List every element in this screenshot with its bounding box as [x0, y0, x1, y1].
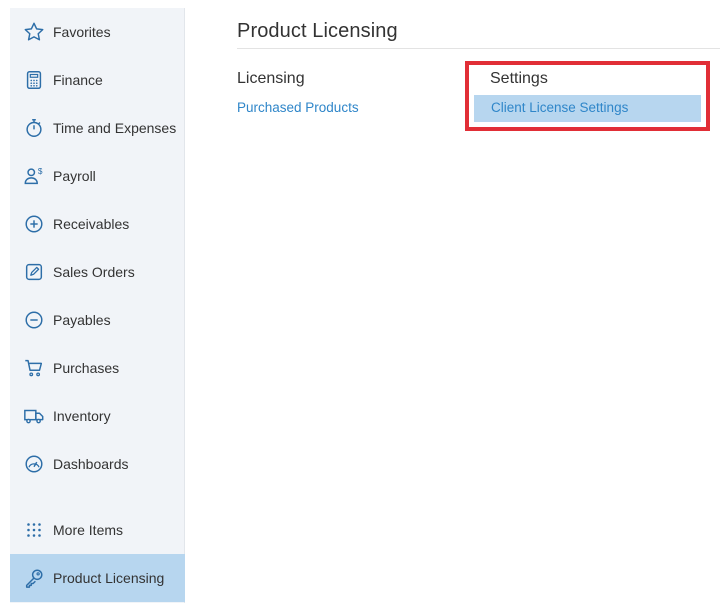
sidebar-item-sales-orders[interactable]: Sales Orders — [10, 248, 185, 296]
settings-heading: Settings — [490, 70, 548, 87]
plus-circle-icon — [23, 213, 45, 235]
title-divider — [237, 48, 720, 49]
star-icon — [23, 21, 45, 43]
sidebar-item-label: Payables — [53, 312, 111, 328]
sidebar-item-dashboards[interactable]: Dashboards — [10, 440, 185, 488]
sidebar-item-purchases[interactable]: Purchases — [10, 344, 185, 392]
sidebar-item-label: Receivables — [53, 216, 130, 232]
page-title: Product Licensing — [237, 20, 398, 42]
purchased-products-link[interactable]: Purchased Products — [237, 100, 359, 115]
sidebar-item-label: Dashboards — [53, 456, 129, 472]
sidebar-item-label: Payroll — [53, 168, 96, 184]
client-license-settings-link[interactable]: Client License Settings — [491, 100, 628, 115]
sidebar-item-finance[interactable]: Finance — [10, 56, 185, 104]
minus-circle-icon — [23, 309, 45, 331]
payroll-person-dollar-icon: $ — [23, 165, 45, 187]
sidebar-item-favorites[interactable]: Favorites — [10, 8, 185, 56]
sidebar-item-payables[interactable]: Payables — [10, 296, 185, 344]
sidebar-item-time-and-expenses[interactable]: Time and Expenses — [10, 104, 185, 152]
calculator-icon — [23, 69, 45, 91]
svg-text:$: $ — [38, 167, 43, 176]
gauge-icon — [23, 453, 45, 475]
sidebar-item-label: Time and Expenses — [53, 120, 177, 136]
main-content: Product Licensing Licensing Purchased Pr… — [185, 0, 720, 603]
licensing-heading: Licensing — [237, 70, 305, 87]
sidebar-item-label: More Items — [53, 522, 124, 538]
sidebar-item-payroll[interactable]: $ Payroll — [10, 152, 185, 200]
grid-dots-icon — [23, 519, 45, 541]
sidebar: Favorites Finance Time and Expenses $ Pa… — [10, 8, 185, 603]
truck-icon — [23, 405, 45, 427]
sidebar-item-product-licensing[interactable]: Product Licensing — [10, 554, 185, 602]
sidebar-item-label: Finance — [53, 72, 103, 88]
cart-icon — [23, 357, 45, 379]
sidebar-item-receivables[interactable]: Receivables — [10, 200, 185, 248]
sidebar-item-label: Product Licensing — [53, 570, 165, 586]
stopwatch-icon — [23, 117, 45, 139]
sidebar-item-label: Inventory — [53, 408, 111, 424]
pencil-square-icon — [23, 261, 45, 283]
sidebar-item-label: Favorites — [53, 24, 111, 40]
sidebar-item-label: Sales Orders — [53, 264, 135, 280]
sidebar-item-more-items[interactable]: More Items — [10, 506, 185, 554]
sidebar-item-label: Purchases — [53, 360, 120, 376]
sidebar-item-inventory[interactable]: Inventory — [10, 392, 185, 440]
key-icon — [23, 567, 45, 589]
